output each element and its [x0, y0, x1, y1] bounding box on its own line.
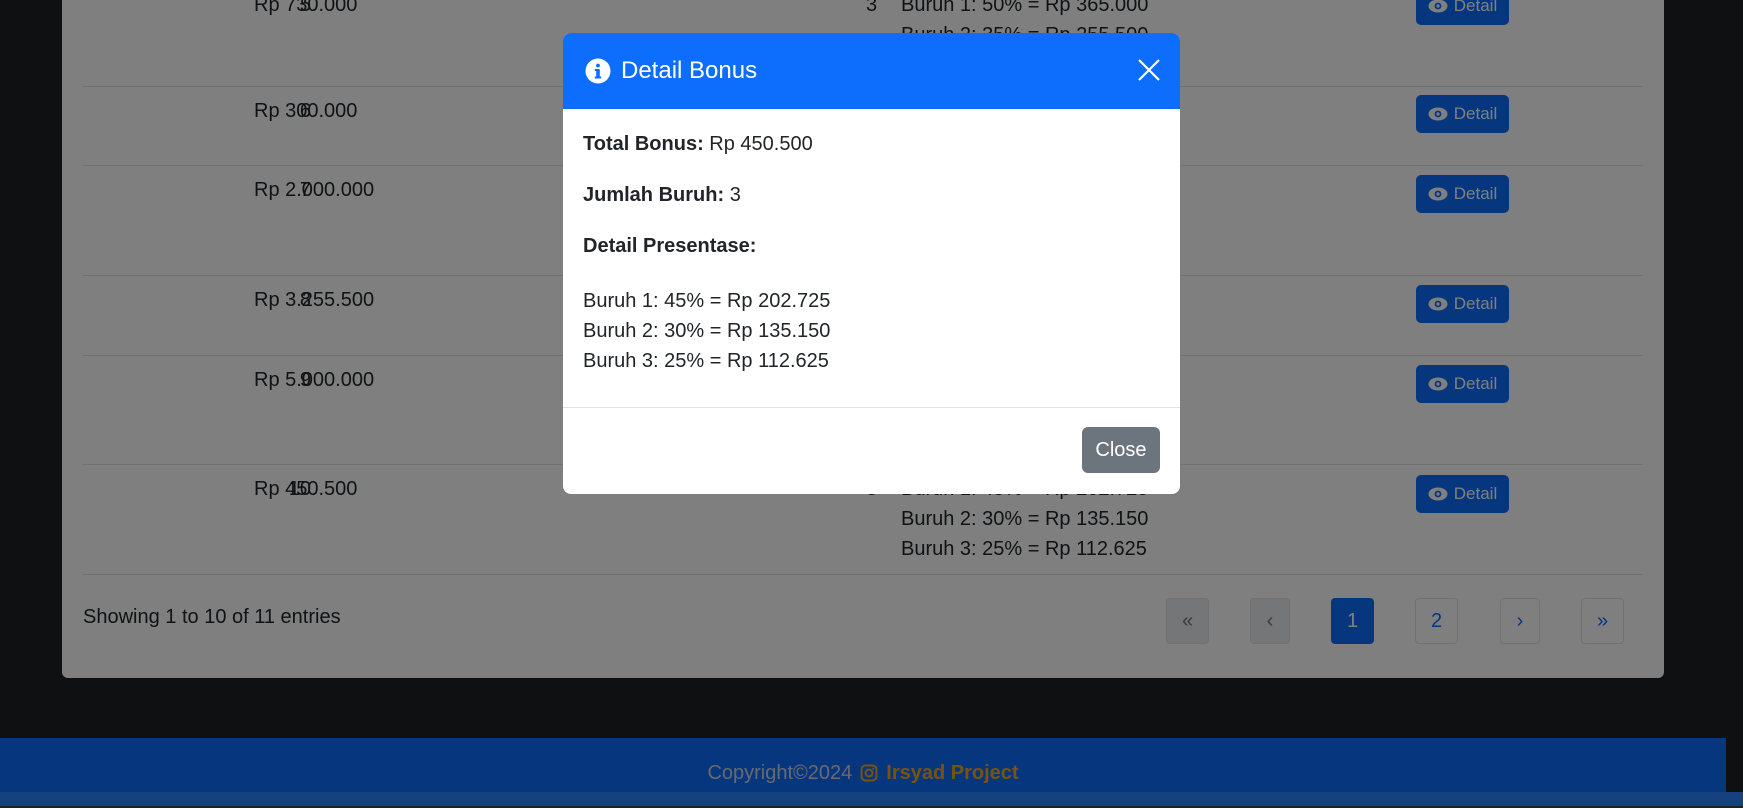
total-bonus-value: Rp 450.500: [709, 133, 813, 155]
presentase-list: Buruh 1: 45% = Rp 202.725 Buruh 2: 30% =…: [583, 286, 1160, 376]
total-bonus-label: Total Bonus:: [583, 133, 704, 155]
jumlah-buruh: Jumlah Buruh: 3: [583, 184, 1160, 207]
close-icon[interactable]: [1134, 55, 1164, 85]
modal-title: Detail Bonus: [621, 57, 758, 84]
presentase-line: Buruh 1: 45% = Rp 202.725: [583, 290, 831, 312]
modal-body: Total Bonus: Rp 450.500 Jumlah Buruh: 3 …: [563, 109, 1180, 376]
detail-presentase-label: Detail Presentase:: [583, 235, 757, 257]
modal-header: Detail Bonus: [563, 33, 1180, 109]
presentase-line: Buruh 3: 25% = Rp 112.625: [583, 350, 829, 372]
jumlah-buruh-value: 3: [729, 184, 741, 206]
jumlah-buruh-label: Jumlah Buruh:: [583, 184, 725, 206]
total-bonus: Total Bonus: Rp 450.500: [583, 133, 1160, 156]
info-icon: [585, 58, 611, 84]
modal-footer: Close: [563, 407, 1180, 494]
presentase-line: Buruh 2: 30% = Rp 135.150: [583, 320, 831, 342]
close-button[interactable]: Close: [1082, 427, 1160, 473]
detail-bonus-modal: Detail Bonus Total Bonus: Rp 450.500 Jum…: [563, 33, 1180, 494]
detail-presentase-heading: Detail Presentase:: [583, 235, 1160, 258]
